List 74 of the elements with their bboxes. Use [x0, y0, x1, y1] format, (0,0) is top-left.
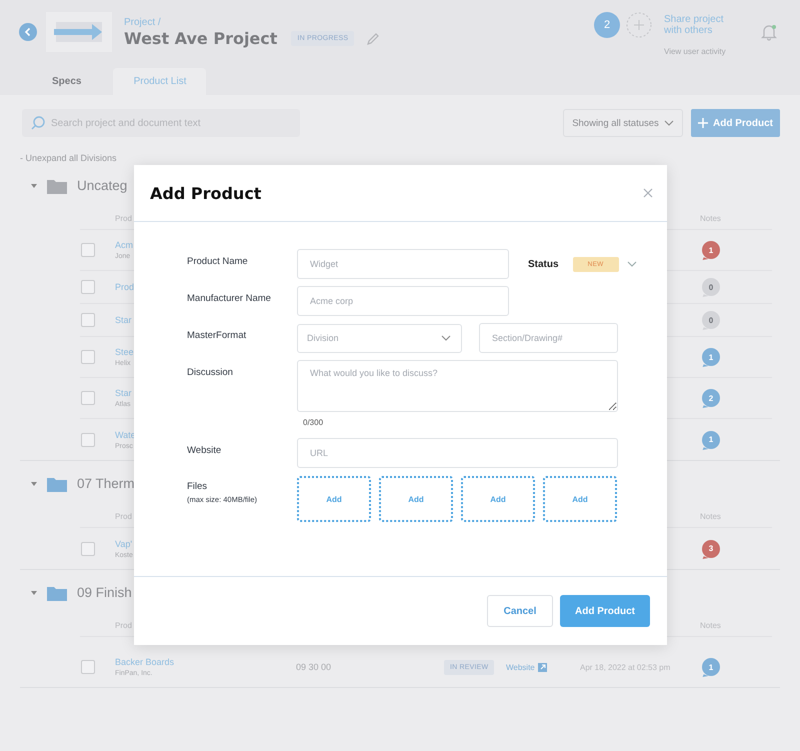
product-name-link[interactable]: Prod — [115, 282, 134, 292]
product-name-link[interactable]: Vap' — [115, 538, 132, 548]
notes-count-badge[interactable]: 3 — [702, 540, 720, 558]
notes-count-badge[interactable]: 1 — [702, 241, 720, 259]
section-number: 09 30 00 — [296, 662, 332, 672]
external-link-icon — [538, 662, 547, 672]
field-label: MasterFormat — [187, 329, 248, 343]
product-name-link[interactable]: Star — [115, 315, 132, 325]
field-label: Files — [187, 481, 208, 492]
row-checkbox[interactable] — [81, 280, 95, 294]
back-icon[interactable] — [19, 23, 37, 41]
division-title[interactable]: Uncateg — [77, 178, 128, 193]
product-name-link[interactable]: Stee — [115, 347, 134, 357]
status-filter-dropdown[interactable]: Showing all statuses — [563, 109, 683, 137]
add-product-button[interactable]: Add Product — [560, 595, 650, 627]
notes-count-badge[interactable]: 1 — [702, 430, 720, 448]
breadcrumb-link[interactable]: Project / — [124, 17, 380, 28]
expand-triangle-icon[interactable] — [30, 182, 38, 190]
notes-count-badge[interactable]: 1 — [702, 348, 720, 366]
division-title[interactable]: 07 Therm — [77, 476, 135, 491]
manufacturer-field[interactable]: Acme corp — [297, 286, 509, 316]
row-checkbox[interactable] — [81, 350, 95, 364]
division-select[interactable]: Division — [297, 324, 462, 352]
share-link[interactable]: Share project with others — [664, 14, 734, 36]
add-member-icon[interactable] — [626, 12, 652, 38]
arrow-thumbnail — [46, 12, 112, 52]
product-name-link[interactable]: Backer Boards — [115, 657, 174, 667]
unexpand-divisions-link[interactable]: - Unexpand all Divisions — [20, 153, 780, 163]
row-checkbox[interactable] — [81, 243, 95, 257]
row-checkbox[interactable] — [81, 432, 95, 446]
expand-triangle-icon[interactable] — [30, 480, 38, 488]
add-product-button[interactable]: Add Product — [691, 109, 780, 137]
discussion-field[interactable]: What would you like to discuss? — [297, 360, 618, 412]
file-upload-slot[interactable]: Add — [543, 476, 617, 522]
chevron-down-icon[interactable] — [626, 261, 637, 267]
pencil-icon[interactable] — [366, 32, 380, 46]
notes-count-badge[interactable]: 0 — [702, 278, 720, 296]
bell-icon[interactable] — [760, 23, 778, 41]
section-field[interactable]: Section/Drawing# — [479, 323, 618, 353]
division-title[interactable]: 09 Finish — [77, 585, 132, 600]
chevron-down-icon — [664, 120, 674, 126]
notes-count-badge[interactable]: 0 — [702, 311, 720, 329]
file-upload-slot[interactable]: Add — [379, 476, 453, 522]
notes-count-badge[interactable]: 2 — [702, 389, 720, 407]
notes-count-badge[interactable]: 1 — [702, 658, 720, 676]
tab[interactable]: Specs — [32, 68, 102, 95]
cancel-button[interactable]: Cancel — [487, 595, 553, 627]
field-label: Discussion — [187, 366, 234, 380]
chevron-down-icon — [441, 335, 451, 341]
expand-triangle-icon[interactable] — [30, 588, 38, 596]
product-name-link[interactable]: Star — [115, 388, 132, 398]
row-checkbox[interactable] — [81, 313, 95, 327]
character-counter: 0/300 — [303, 418, 324, 427]
row-checkbox[interactable] — [81, 542, 95, 556]
row-checkbox[interactable] — [81, 660, 95, 674]
field-label: Website — [187, 444, 222, 458]
field-label: Manufacturer Name — [187, 292, 272, 306]
website-link[interactable]: Website — [506, 662, 580, 672]
member-count-avatar[interactable]: 2 — [594, 12, 620, 38]
file-upload-slot[interactable]: Add — [461, 476, 535, 522]
dialog-title: Add Product — [150, 184, 262, 202]
file-upload-slot[interactable]: Add — [297, 476, 371, 522]
close-icon[interactable] — [643, 188, 653, 198]
tab[interactable]: Product List — [113, 68, 206, 95]
website-field[interactable]: URL — [297, 438, 618, 468]
field-label: Product Name — [187, 255, 249, 269]
product-name-link[interactable]: Acm — [115, 240, 133, 250]
field-label: Status — [528, 258, 559, 270]
project-title: West Ave Project — [124, 29, 278, 48]
product-name-field[interactable]: Widget — [297, 249, 509, 279]
search-icon — [30, 115, 46, 131]
row-checkbox[interactable] — [81, 391, 95, 405]
plus-icon — [698, 118, 708, 128]
activity-link[interactable]: View user activity — [664, 47, 726, 56]
